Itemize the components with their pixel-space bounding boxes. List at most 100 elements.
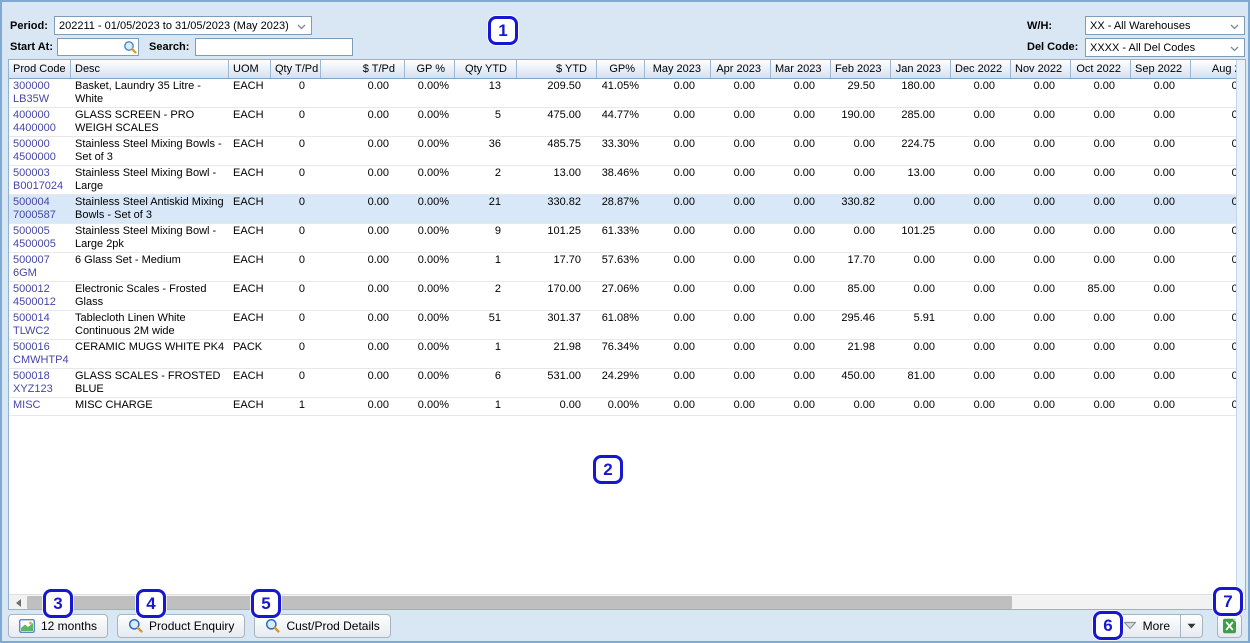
table-row[interactable]: 500014TLWC2Tablecloth Linen White Contin… xyxy=(9,311,1236,340)
prod-code-alt-link[interactable]: 6GM xyxy=(13,267,67,280)
column-header-feb-2023[interactable]: Feb 2023 xyxy=(831,60,891,78)
prod-code-link[interactable]: 500014 xyxy=(13,312,67,325)
column-header-qty-ytd[interactable]: Qty YTD xyxy=(455,60,517,78)
period-select[interactable]: 202211 - 01/05/2023 to 31/05/2023 (May 2… xyxy=(54,16,312,35)
table-row[interactable]: 5000047000587Stainless Steel Antiskid Mi… xyxy=(9,195,1236,224)
cell-prod-code: 300000LB35W xyxy=(9,79,71,107)
table-row[interactable]: 5000076GM6 Glass Set - MediumEACH00.000.… xyxy=(9,253,1236,282)
cell-month-3: 295.46 xyxy=(831,311,891,339)
prod-code-link[interactable]: 400000 xyxy=(13,109,67,122)
table-row[interactable]: 300000LB35WBasket, Laundry 35 Litre - Wh… xyxy=(9,79,1236,108)
prod-code-link[interactable]: 500012 xyxy=(13,283,67,296)
column-header--ytd[interactable]: $ YTD xyxy=(517,60,597,78)
prod-code-alt-link[interactable]: B0017024 xyxy=(13,180,67,193)
cell-prod-code: 4000004400000 xyxy=(9,108,71,136)
prod-code-alt-link[interactable]: 4500012 xyxy=(13,296,67,309)
cell-month-5: 0.00 xyxy=(951,166,1011,194)
column-header-nov-2022[interactable]: Nov 2022 xyxy=(1011,60,1071,78)
cell-prod-code: 500014TLWC2 xyxy=(9,311,71,339)
cell-amt-ytd: 485.75 xyxy=(517,137,597,165)
column-header-gp-[interactable]: GP % xyxy=(405,60,455,78)
warehouse-select[interactable]: XX - All Warehouses xyxy=(1085,16,1245,35)
cell-month-4: 0.00 xyxy=(891,195,951,223)
prod-code-link[interactable]: MISC xyxy=(13,399,67,412)
product-enquiry-button[interactable]: Product Enquiry xyxy=(117,614,245,638)
prod-code-alt-link[interactable]: TLWC2 xyxy=(13,325,67,338)
table-row[interactable]: MISCMISC CHARGEEACH10.000.00%10.000.00%0… xyxy=(9,398,1236,416)
cell-uom: PACK xyxy=(229,340,271,368)
prod-code-alt-link[interactable]: 7000587 xyxy=(13,209,67,222)
table-row[interactable]: 5000124500012Electronic Scales - Frosted… xyxy=(9,282,1236,311)
prod-code-alt-link[interactable]: 4500005 xyxy=(13,238,67,251)
cell-month-8: 0.00 xyxy=(1131,79,1191,107)
cell-month-2: 0.00 xyxy=(771,282,831,310)
cell-desc: GLASS SCALES - FROSTED BLUE xyxy=(71,369,229,397)
prod-code-link[interactable]: 500007 xyxy=(13,254,67,267)
prod-code-alt-link[interactable]: CMWHTP4 xyxy=(13,354,67,367)
cell-month-5: 0.00 xyxy=(951,137,1011,165)
column-header-oct-2022[interactable]: Oct 2022 xyxy=(1071,60,1131,78)
scroll-left-arrow-icon[interactable] xyxy=(10,596,26,609)
cell-month-9: 0.00 xyxy=(1191,224,1236,252)
cell-month-7: 0.00 xyxy=(1071,137,1131,165)
cell-month-6: 0.00 xyxy=(1011,282,1071,310)
table-row[interactable]: 5000004500000Stainless Steel Mixing Bowl… xyxy=(9,137,1236,166)
cell-uom: EACH xyxy=(229,108,271,136)
cell-prod-code: 5000047000587 xyxy=(9,195,71,223)
prod-code-alt-link[interactable]: 4500000 xyxy=(13,151,67,164)
prod-code-alt-link[interactable]: LB35W xyxy=(13,93,67,106)
column-header-may-2023[interactable]: May 2023 xyxy=(645,60,711,78)
filter-bar: Period: 202211 - 01/05/2023 to 31/05/202… xyxy=(2,2,1248,57)
prod-code-link[interactable]: 500016 xyxy=(13,341,67,354)
table-row[interactable]: 5000054500005Stainless Steel Mixing Bowl… xyxy=(9,224,1236,253)
cell-amt-tpd: 0.00 xyxy=(321,166,405,194)
cell-amt-tpd: 0.00 xyxy=(321,282,405,310)
cell-uom: EACH xyxy=(229,79,271,107)
prod-code-alt-link[interactable]: 4400000 xyxy=(13,122,67,135)
cell-uom: EACH xyxy=(229,195,271,223)
table-row[interactable]: 4000004400000GLASS SCREEN - PRO WEIGH SC… xyxy=(9,108,1236,137)
column-header-sep-2022[interactable]: Sep 2022 xyxy=(1131,60,1191,78)
more-dropdown-button[interactable] xyxy=(1181,614,1203,638)
vertical-scrollbar[interactable] xyxy=(1236,60,1245,594)
column-header-dec-2022[interactable]: Dec 2022 xyxy=(951,60,1011,78)
prod-code-link[interactable]: 500018 xyxy=(13,370,67,383)
prod-code-link[interactable]: 500004 xyxy=(13,196,67,209)
start-at-search-icon[interactable] xyxy=(123,40,137,59)
cell-gp-tpd: 0.00% xyxy=(405,253,455,281)
del-code-select[interactable]: XXXX - All Del Codes xyxy=(1085,38,1245,57)
warehouse-label: W/H: xyxy=(1027,20,1052,32)
horizontal-scrollbar-thumb[interactable] xyxy=(27,596,1012,609)
prod-code-link[interactable]: 300000 xyxy=(13,80,67,93)
prod-code-link[interactable]: 500003 xyxy=(13,167,67,180)
prod-code-link[interactable]: 500000 xyxy=(13,138,67,151)
table-row[interactable]: 500016CMWHTP4CERAMIC MUGS WHITE PK4PACK0… xyxy=(9,340,1236,369)
column-header-prod-code[interactable]: Prod Code xyxy=(9,60,71,78)
column-header-jan-2023[interactable]: Jan 2023 xyxy=(891,60,951,78)
table-row[interactable]: 500018XYZ123GLASS SCALES - FROSTED BLUEE… xyxy=(9,369,1236,398)
horizontal-scrollbar[interactable] xyxy=(9,594,1236,609)
cell-gp-tpd: 0.00% xyxy=(405,224,455,252)
prod-code-alt-link[interactable]: XYZ123 xyxy=(13,383,67,396)
cell-gp-ytd: 41.05% xyxy=(597,79,645,107)
cell-gp-tpd: 0.00% xyxy=(405,369,455,397)
search-icon xyxy=(128,618,143,633)
column-header-uom[interactable]: UOM xyxy=(229,60,271,78)
search-input[interactable] xyxy=(195,38,353,56)
cell-desc: 6 Glass Set - Medium xyxy=(71,253,229,281)
cell-month-7: 85.00 xyxy=(1071,282,1131,310)
column-header--t-pd[interactable]: $ T/Pd xyxy=(321,60,405,78)
column-header-qty-t-pd[interactable]: Qty T/Pd xyxy=(271,60,321,78)
table-row[interactable]: 500003B0017024Stainless Steel Mixing Bow… xyxy=(9,166,1236,195)
cell-month-7: 0.00 xyxy=(1071,398,1131,415)
column-header-apr-2023[interactable]: Apr 2023 xyxy=(711,60,771,78)
column-header-gp-[interactable]: GP% xyxy=(597,60,645,78)
column-header-desc[interactable]: Desc xyxy=(71,60,229,78)
column-header-aug-2022[interactable]: Aug 2022 xyxy=(1191,60,1236,78)
cell-month-3: 330.82 xyxy=(831,195,891,223)
export-excel-button[interactable] xyxy=(1217,614,1242,638)
annotation-badge-1: 1 xyxy=(488,16,518,45)
column-header-mar-2023[interactable]: Mar 2023 xyxy=(771,60,831,78)
cust-prod-details-label: Cust/Prod Details xyxy=(286,619,379,633)
prod-code-link[interactable]: 500005 xyxy=(13,225,67,238)
